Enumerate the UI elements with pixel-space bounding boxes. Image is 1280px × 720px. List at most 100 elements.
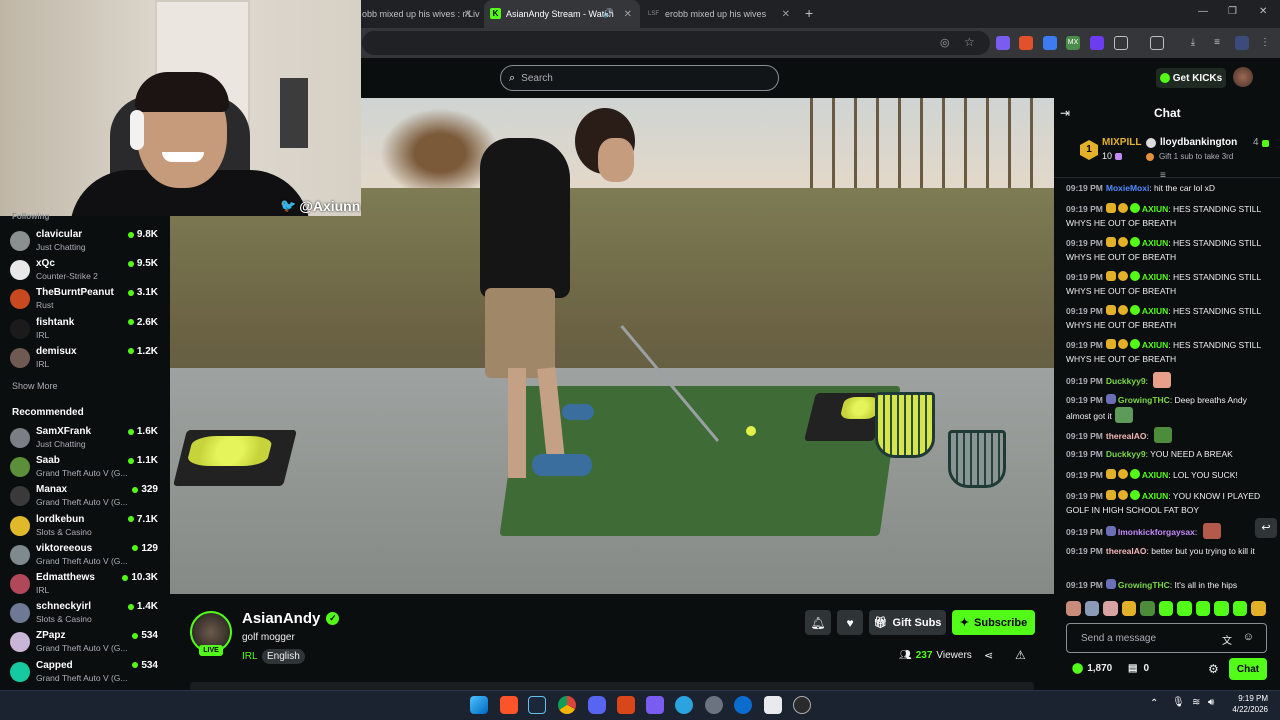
extension-icon[interactable] xyxy=(1090,36,1104,50)
get-kicks-button[interactable]: Get KICKs xyxy=(1156,68,1226,88)
message-username[interactable]: therealAO xyxy=(1106,431,1147,441)
sidebar-channel-item[interactable]: Capped Grand Theft Auto V (G... 534 xyxy=(10,660,166,688)
sidebar-channel-item[interactable]: TheBurntPeanut Rust 3.1K xyxy=(10,287,166,315)
share-icon[interactable]: ⋖ xyxy=(984,649,993,662)
quick-emote-icon[interactable] xyxy=(1232,601,1248,616)
message-username[interactable]: GrowingTHC xyxy=(1118,580,1170,590)
steam-icon[interactable] xyxy=(528,696,546,714)
stream-category[interactable]: IRL xyxy=(242,651,258,662)
close-icon[interactable]: ✕ xyxy=(464,9,472,20)
extension-icon[interactable]: MX xyxy=(1066,36,1080,50)
quick-emote-icon[interactable] xyxy=(1084,601,1100,616)
app-m-icon[interactable] xyxy=(617,696,635,714)
translate-icon[interactable]: 文 xyxy=(1222,632,1232,647)
collapse-chat-icon[interactable]: ⇥ xyxy=(1060,106,1070,120)
bookmark-star-icon[interactable]: ☆ xyxy=(964,35,975,49)
extension-icon[interactable] xyxy=(1043,36,1057,50)
follow-heart-button[interactable]: ♥ xyxy=(837,610,863,635)
message-username[interactable]: AXIUN xyxy=(1142,238,1168,248)
tray-chevron-icon[interactable]: ⌃ xyxy=(1150,698,1158,709)
browser-tab-erobb[interactable]: LSF erobb mixed up his wives ✕ xyxy=(644,0,798,28)
browser-tab-active[interactable]: K AsianAndy Stream - Watch 🔊 ✕ xyxy=(484,0,640,28)
report-icon[interactable]: ⚠ xyxy=(1015,648,1026,662)
message-username[interactable]: AXIUN xyxy=(1142,470,1168,480)
sidebar-channel-item[interactable]: ZPapz Grand Theft Auto V (G... 534 xyxy=(10,630,166,658)
browser-tab-reddit[interactable]: obb mixed up his wives : r/Liv ✕ xyxy=(362,0,480,28)
settings-gear-icon[interactable] xyxy=(705,696,723,714)
language-tag[interactable]: English xyxy=(262,649,305,664)
message-username[interactable]: AXIUN xyxy=(1142,491,1168,501)
sidebar-channel-item[interactable]: schneckyirl Slots & Casino 1.4K xyxy=(10,601,166,629)
download-icon[interactable]: ⤓ xyxy=(1186,36,1200,50)
quick-emote-icon[interactable] xyxy=(1140,601,1155,616)
minimize-button[interactable]: — xyxy=(1198,6,1208,17)
wifi-icon[interactable]: ≋ xyxy=(1192,697,1200,708)
gift-subs-button[interactable]: 🎁︎ Gift Subs xyxy=(869,610,946,635)
message-username[interactable]: AXIUN xyxy=(1142,204,1168,214)
message-username[interactable]: AXIUN xyxy=(1142,340,1168,350)
streamer-name[interactable]: AsianAndy xyxy=(242,610,320,627)
brave-browser-icon[interactable] xyxy=(500,696,518,714)
chrome-icon[interactable] xyxy=(558,696,576,714)
user-avatar[interactable] xyxy=(1233,67,1253,87)
sidebar-channel-item[interactable]: fishtank IRL 2.6K xyxy=(10,317,166,345)
message-username[interactable]: AXIUN xyxy=(1142,272,1168,282)
quick-emote-icon[interactable] xyxy=(1066,601,1081,616)
restore-button[interactable]: ❐ xyxy=(1228,6,1237,17)
notepad-icon[interactable] xyxy=(764,696,782,714)
telegram-icon[interactable] xyxy=(675,696,693,714)
windows-start-icon[interactable] xyxy=(470,696,488,714)
search-input[interactable]: ⌕ Search xyxy=(500,65,779,91)
chat-message-input[interactable]: Send a message 文 ☺ xyxy=(1066,623,1267,653)
new-tab-button[interactable]: + xyxy=(805,5,813,21)
sidebar-channel-item[interactable]: SamXFrank Just Chatting 1.6K xyxy=(10,426,166,454)
message-username[interactable]: MoxieMoxi xyxy=(1106,183,1149,193)
sidepanel-icon[interactable] xyxy=(1150,36,1164,50)
channel-points[interactable]: ⬤ 1,870 xyxy=(1072,663,1112,674)
message-username[interactable]: lmonkickforgaysax xyxy=(1118,527,1195,537)
close-icon[interactable]: ✕ xyxy=(624,9,632,20)
sidebar-channel-item[interactable]: Manax Grand Theft Auto V (G... 329 xyxy=(10,484,166,512)
eye-off-icon[interactable]: ◎ xyxy=(940,36,950,49)
quick-emote-icon[interactable] xyxy=(1158,601,1174,616)
quick-emote-icon[interactable] xyxy=(1195,601,1211,616)
extension-icon[interactable] xyxy=(1019,36,1033,50)
quick-emote-icon[interactable] xyxy=(1214,601,1229,616)
message-username[interactable]: therealAO xyxy=(1106,546,1147,556)
system-clock[interactable]: 9:19 PM 4/22/2026 xyxy=(1228,693,1268,715)
scroll-to-latest-button[interactable]: ↩ xyxy=(1255,518,1277,538)
message-username[interactable]: AXIUN xyxy=(1142,306,1168,316)
message-username[interactable]: GrowingTHC xyxy=(1118,395,1170,405)
message-username[interactable]: Duckkyy9 xyxy=(1106,376,1146,386)
sidebar-channel-item[interactable]: viktoreeous Grand Theft Auto V (G... 129 xyxy=(10,543,166,571)
microphone-icon[interactable]: 🎙︎ xyxy=(1172,697,1185,708)
volume-icon[interactable]: 🔊︎ xyxy=(1208,697,1214,708)
puzzle-icon[interactable] xyxy=(1114,36,1128,50)
sidebar-channel-item[interactable]: clavicular Just Chatting 9.8K xyxy=(10,229,166,257)
show-more-button[interactable]: Show More xyxy=(12,381,58,391)
app-icon[interactable] xyxy=(646,696,664,714)
notification-bell-button[interactable]: 🔔︎ xyxy=(805,610,831,635)
extension-icon[interactable] xyxy=(996,36,1010,50)
discord-icon[interactable] xyxy=(588,696,606,714)
expand-handle-icon[interactable]: ≡ xyxy=(1160,170,1166,181)
chat-send-button[interactable]: Chat xyxy=(1229,658,1267,680)
message-username[interactable]: Duckkyy9 xyxy=(1106,449,1146,459)
sidebar-channel-item[interactable]: Edmatthews IRL 10.3K xyxy=(10,572,166,600)
emoji-icon[interactable]: ☺ xyxy=(1243,631,1254,643)
playlist-icon[interactable]: ≡ xyxy=(1210,36,1224,50)
sidebar-channel-item[interactable]: Saab Grand Theft Auto V (G... 1.1K xyxy=(10,455,166,483)
profile-icon[interactable] xyxy=(1235,36,1249,50)
chat-settings-gear-icon[interactable]: ⚙ xyxy=(1208,662,1219,676)
sidebar-channel-item[interactable]: demisux IRL 1.2K xyxy=(10,346,166,374)
sidebar-channel-item[interactable]: xQc Counter-Strike 2 9.5K xyxy=(10,258,166,286)
quick-emote-icon[interactable] xyxy=(1251,601,1267,616)
menu-kebab-icon[interactable]: ⋮ xyxy=(1258,36,1272,50)
quick-emote-icon[interactable] xyxy=(1103,601,1118,616)
close-icon[interactable]: ✕ xyxy=(782,9,790,20)
sidebar-channel-item[interactable]: lordkebun Slots & Casino 7.1K xyxy=(10,514,166,542)
obs-icon[interactable] xyxy=(793,696,811,714)
quick-emote-icon[interactable] xyxy=(1177,601,1192,616)
close-window-button[interactable]: ✕ xyxy=(1259,6,1267,17)
subscribe-button[interactable]: ✦ Subscribe xyxy=(952,610,1035,635)
